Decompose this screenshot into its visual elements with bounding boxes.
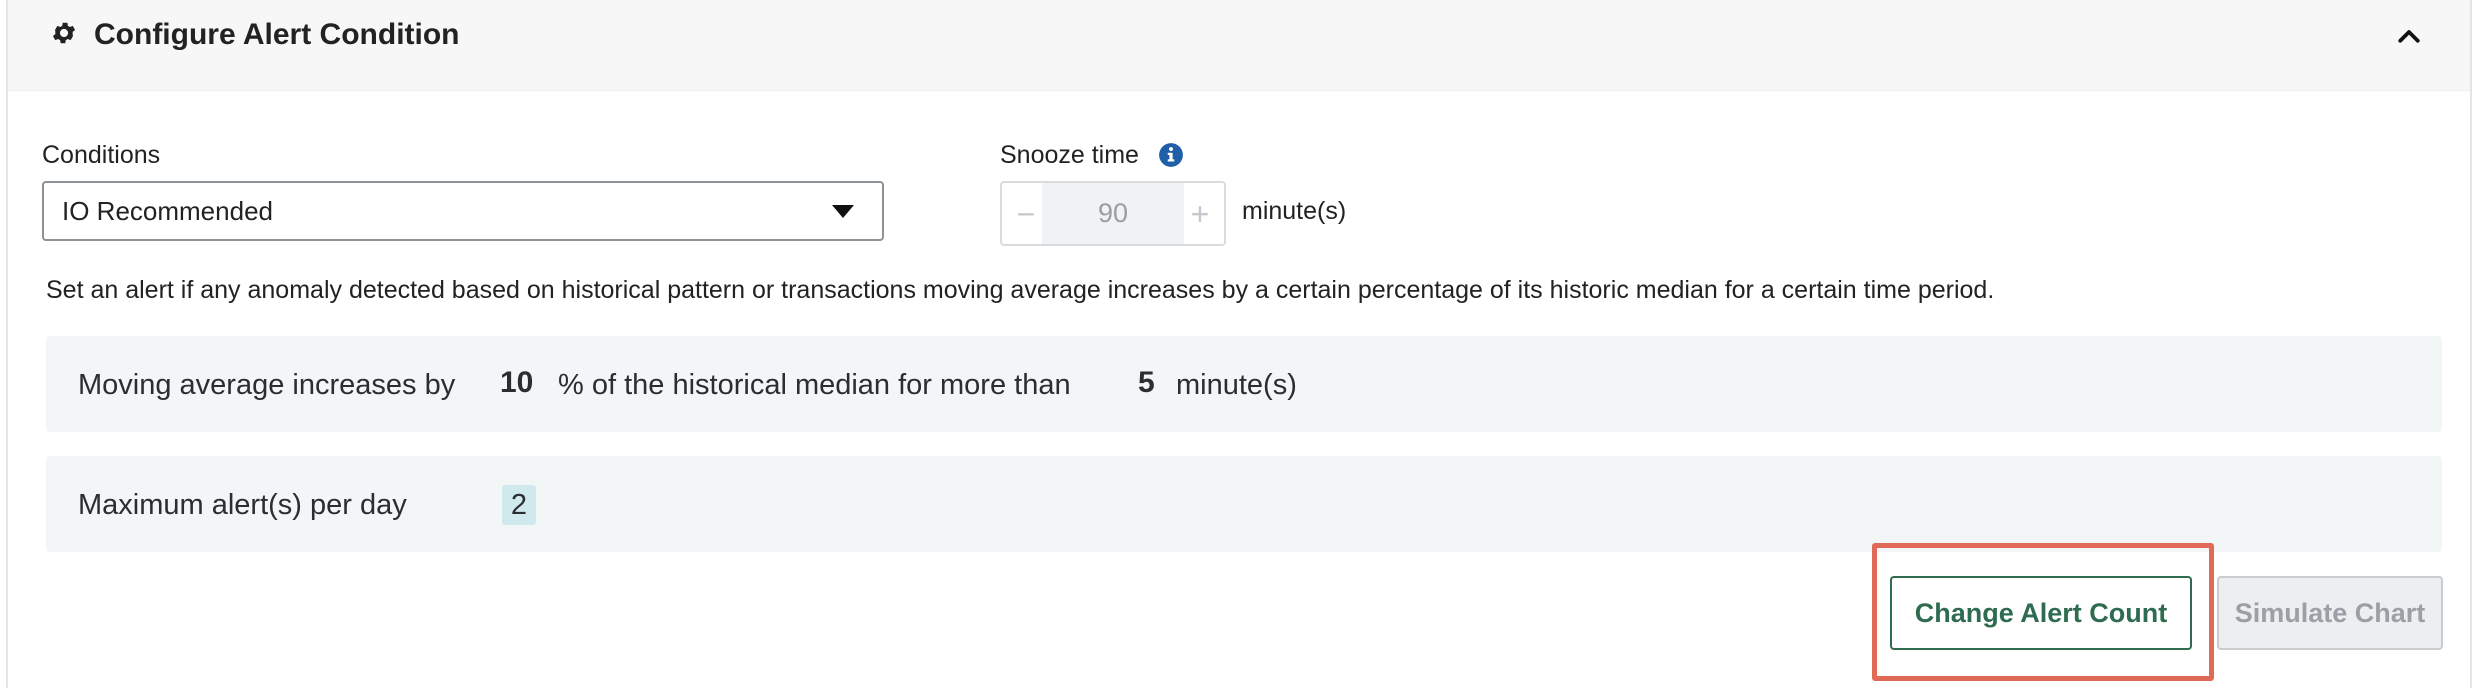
- rule-suffix: minute(s): [1176, 369, 1297, 401]
- max-alerts-label: Maximum alert(s) per day: [78, 489, 407, 521]
- chevron-up-icon[interactable]: [2394, 22, 2424, 52]
- alert-condition-panel: Configure Alert Condition Conditions IO …: [6, 0, 2472, 688]
- snooze-time-input[interactable]: [1042, 183, 1184, 244]
- moving-average-rule: Moving average increases by 10 % of the …: [46, 336, 2442, 432]
- change-alert-count-button[interactable]: Change Alert Count: [1890, 576, 2192, 650]
- max-alerts-row: Maximum alert(s) per day 2: [46, 456, 2442, 552]
- rule-prefix: Moving average increases by: [78, 369, 456, 401]
- simulate-chart-button[interactable]: Simulate Chart: [2217, 576, 2443, 650]
- chevron-down-icon: [832, 205, 854, 218]
- snooze-time-stepper[interactable]: − +: [1000, 181, 1226, 246]
- snooze-increment-button[interactable]: +: [1178, 195, 1222, 233]
- max-alerts-value[interactable]: 2: [502, 485, 536, 525]
- condition-description: Set an alert if any anomaly detected bas…: [46, 276, 1995, 304]
- percent-value[interactable]: 10: [500, 366, 533, 400]
- conditions-selected-value: IO Recommended: [62, 196, 273, 226]
- info-icon[interactable]: [1158, 142, 1184, 168]
- panel-header[interactable]: Configure Alert Condition: [8, 0, 2470, 91]
- gear-icon: [52, 22, 76, 44]
- minutes-value[interactable]: 5: [1138, 366, 1155, 400]
- conditions-select[interactable]: IO Recommended: [42, 181, 884, 241]
- rule-middle: % of the historical median for more than: [558, 369, 1071, 401]
- conditions-label: Conditions: [42, 141, 161, 169]
- snooze-time-label: Snooze time: [1000, 141, 1139, 169]
- panel-title: Configure Alert Condition: [94, 18, 460, 51]
- snooze-unit-label: minute(s): [1242, 197, 1347, 225]
